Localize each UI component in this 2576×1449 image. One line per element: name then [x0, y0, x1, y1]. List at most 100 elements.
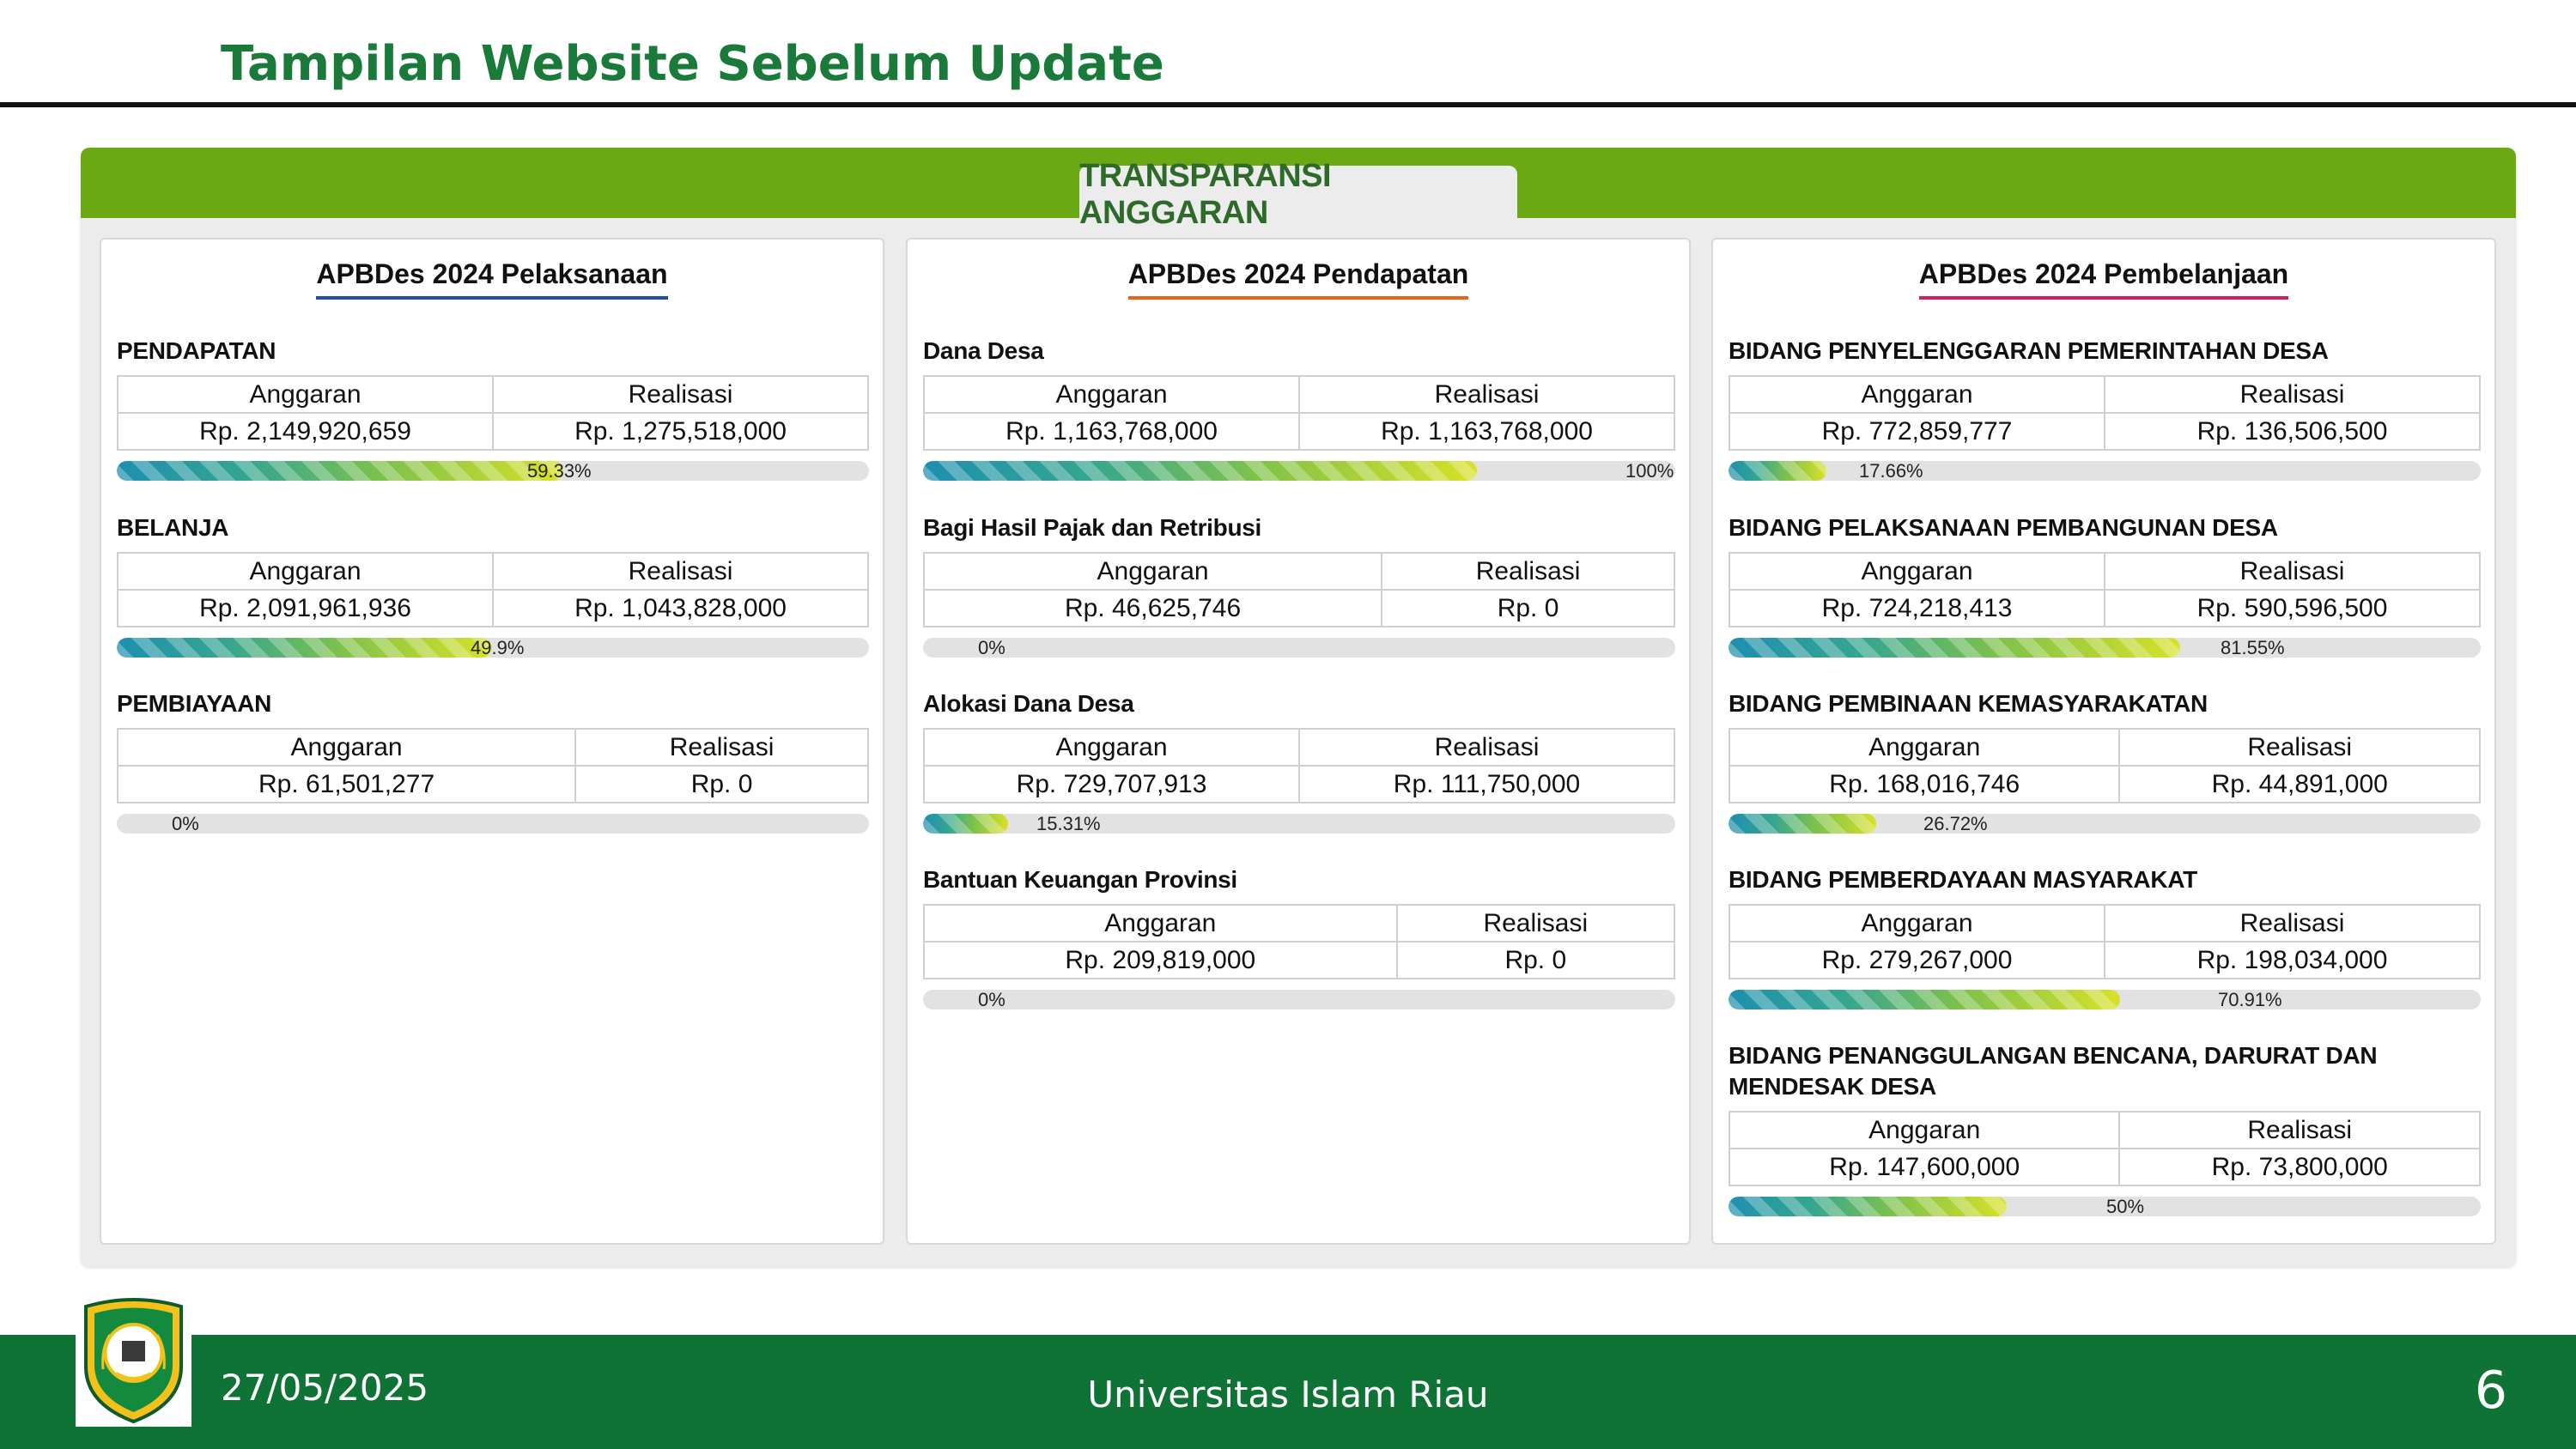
footer-organization: Universitas Islam Riau — [1087, 1373, 1489, 1416]
col-header-anggaran: Anggaran — [1728, 904, 2105, 943]
col-header-anggaran: Anggaran — [117, 375, 494, 414]
budget-section: Alokasi Dana Desa Anggaran Realisasi Rp. … — [923, 688, 1675, 834]
progress-fill — [1728, 990, 2120, 1009]
anggaran-value: Rp. 209,819,000 — [923, 941, 1398, 979]
budget-table: Anggaran Realisasi Rp. 168,016,746 Rp. 44,… — [1728, 728, 2481, 803]
progress-label: 15.31% — [1036, 814, 1101, 834]
col-header-anggaran: Anggaran — [117, 552, 494, 591]
progress-fill — [117, 461, 563, 481]
realisasi-value: Rp. 44,891,000 — [2118, 765, 2481, 803]
realisasi-value: Rp. 1,275,518,000 — [492, 412, 869, 451]
budget-section: BIDANG PENYELENGGARAN PEMERINTAHAN DESA … — [1728, 336, 2481, 481]
col-header-anggaran: Anggaran — [923, 728, 1300, 767]
realisasi-value: Rp. 0 — [1381, 589, 1675, 627]
anggaran-value: Rp. 724,218,413 — [1728, 589, 2105, 627]
budget-table: Anggaran Realisasi Rp. 279,267,000 Rp. 198… — [1728, 904, 2481, 979]
col-header-realisasi: Realisasi — [2118, 728, 2481, 767]
section-label: Dana Desa — [923, 337, 1044, 364]
budget-section: BIDANG PELAKSANAAN PEMBANGUNAN DESA Angg… — [1728, 512, 2481, 658]
anggaran-value: Rp. 168,016,746 — [1728, 765, 2121, 803]
col-header-realisasi: Realisasi — [2104, 375, 2481, 414]
progress-label: 26.72% — [1923, 814, 1988, 834]
section-label: Bantuan Keuangan Provinsi — [923, 866, 1237, 893]
progress-bar: 0% — [923, 990, 1675, 1009]
col-header-anggaran: Anggaran — [1728, 552, 2105, 591]
progress-bar: 26.72% — [1728, 814, 2481, 834]
col-header-realisasi: Realisasi — [2118, 1111, 2481, 1149]
budget-section: BELANJA Anggaran Realisasi Rp. 2,091,961,… — [117, 512, 869, 658]
realisasi-value: Rp. 590,596,500 — [2104, 589, 2481, 627]
col-header-anggaran: Anggaran — [1728, 375, 2105, 414]
progress-fill — [923, 461, 1477, 481]
anggaran-value: Rp. 729,707,913 — [923, 765, 1300, 803]
budget-table: Anggaran Realisasi Rp. 147,600,000 Rp. 73,… — [1728, 1111, 2481, 1186]
title-divider — [0, 102, 2576, 107]
anggaran-value: Rp. 279,267,000 — [1728, 941, 2105, 979]
progress-bar: 17.66% — [1728, 461, 2481, 481]
budget-table: Anggaran Realisasi Rp. 1,163,768,000 Rp. 1… — [923, 375, 1675, 451]
progress-bar: 49.9% — [117, 638, 869, 658]
realisasi-value: Rp. 198,034,000 — [2104, 941, 2481, 979]
col-header-realisasi: Realisasi — [574, 728, 869, 767]
budget-table: Anggaran Realisasi Rp. 724,218,413 Rp. 590… — [1728, 552, 2481, 627]
col-header-realisasi: Realisasi — [492, 375, 869, 414]
progress-fill — [1728, 814, 1876, 834]
col-header-realisasi: Realisasi — [2104, 552, 2481, 591]
budget-section: BIDANG PEMBERDAYAAN MASYARAKAT Anggaran R… — [1728, 864, 2481, 1009]
panel-pelaksanaan: APBDes 2024 Pelaksanaan PENDAPATAN Angga… — [100, 238, 884, 1245]
panel-pembelanjaan: APBDes 2024 Pembelanjaan BIDANG PENYELEN… — [1711, 238, 2496, 1245]
progress-label: 0% — [978, 638, 1005, 658]
budget-table: Anggaran Realisasi Rp. 2,091,961,936 Rp. 1… — [117, 552, 869, 627]
budget-table: Anggaran Realisasi Rp. 61,501,277 Rp. 0 — [116, 728, 869, 803]
section-label: BELANJA — [117, 514, 229, 541]
section-label: PEMBIAYAAN — [117, 690, 272, 717]
col-header-realisasi: Realisasi — [1381, 552, 1675, 591]
website-screenshot: TRANSPARANSI ANGGARAN APBDes 2024 Pelaks… — [81, 148, 2516, 1267]
panel-title: APBDes 2024 Pelaksanaan — [316, 257, 668, 300]
progress-fill — [1728, 1197, 2008, 1216]
col-header-anggaran: Anggaran — [923, 904, 1398, 943]
col-header-realisasi: Realisasi — [1395, 904, 1676, 943]
section-label: BIDANG PEMBERDAYAAN MASYARAKAT — [1728, 866, 2197, 893]
section-label: PENDAPATAN — [117, 337, 276, 364]
budget-section: PEMBIAYAAN Anggaran Realisasi Rp. 61,501,… — [116, 688, 869, 834]
progress-bar: 100% — [923, 461, 1675, 481]
panel-title: APBDes 2024 Pendapatan — [1127, 257, 1469, 300]
col-header-anggaran: Anggaran — [922, 552, 1383, 591]
section-label: BIDANG PEMBINAAN KEMASYARAKATAN — [1728, 690, 2208, 717]
realisasi-value: Rp. 1,163,768,000 — [1298, 412, 1675, 451]
slide-title: Tampilan Website Sebelum Update — [221, 36, 1164, 92]
progress-label: 49.9% — [471, 638, 525, 658]
progress-label: 17.66% — [1859, 461, 1923, 481]
progress-label: 50% — [2106, 1197, 2145, 1216]
page-number: 6 — [2474, 1361, 2507, 1421]
budget-table: Anggaran Realisasi Rp. 209,819,000 Rp. 0 — [923, 904, 1676, 979]
col-header-realisasi: Realisasi — [1298, 375, 1675, 414]
section-label: Bagi Hasil Pajak dan Retribusi — [923, 514, 1262, 541]
progress-bar: 81.55% — [1728, 638, 2481, 658]
budget-section: Bantuan Keuangan Provinsi Anggaran Realis… — [923, 864, 1676, 1009]
col-header-anggaran: Anggaran — [116, 728, 577, 767]
section-label: BIDANG PENANGGULANGAN BENCANA, DARURAT D… — [1728, 1042, 2378, 1100]
progress-label: 70.91% — [2218, 990, 2282, 1009]
progress-label: 59.33% — [527, 461, 592, 481]
anggaran-value: Rp. 2,091,961,936 — [117, 589, 494, 627]
section-label: BIDANG PELAKSANAAN PEMBANGUNAN DESA — [1728, 514, 2278, 541]
progress-label: 81.55% — [2221, 638, 2285, 658]
realisasi-value: Rp. 73,800,000 — [2118, 1148, 2481, 1186]
anggaran-value: Rp. 1,163,768,000 — [923, 412, 1300, 451]
col-header-anggaran: Anggaran — [1728, 728, 2121, 767]
anggaran-value: Rp. 147,600,000 — [1728, 1148, 2121, 1186]
anggaran-value: Rp. 2,149,920,659 — [117, 412, 494, 451]
budget-section: PENDAPATAN Anggaran Realisasi Rp. 2,149,9… — [117, 336, 869, 481]
panel-title: APBDes 2024 Pembelanjaan — [1918, 257, 2289, 300]
budget-section: BIDANG PENANGGULANGAN BENCANA, DARURAT D… — [1728, 1040, 2481, 1216]
budget-section: Dana Desa Anggaran Realisasi Rp. 1,163,76… — [923, 336, 1675, 481]
realisasi-value: Rp. 136,506,500 — [2104, 412, 2481, 451]
banner-title: TRANSPARANSI ANGGARAN — [1079, 158, 1517, 231]
realisasi-value: Rp. 1,043,828,000 — [492, 589, 869, 627]
progress-bar: 50% — [1728, 1197, 2481, 1216]
progress-label: 0% — [978, 990, 1005, 1009]
progress-bar: 0% — [117, 814, 869, 834]
progress-bar: 0% — [923, 638, 1675, 658]
